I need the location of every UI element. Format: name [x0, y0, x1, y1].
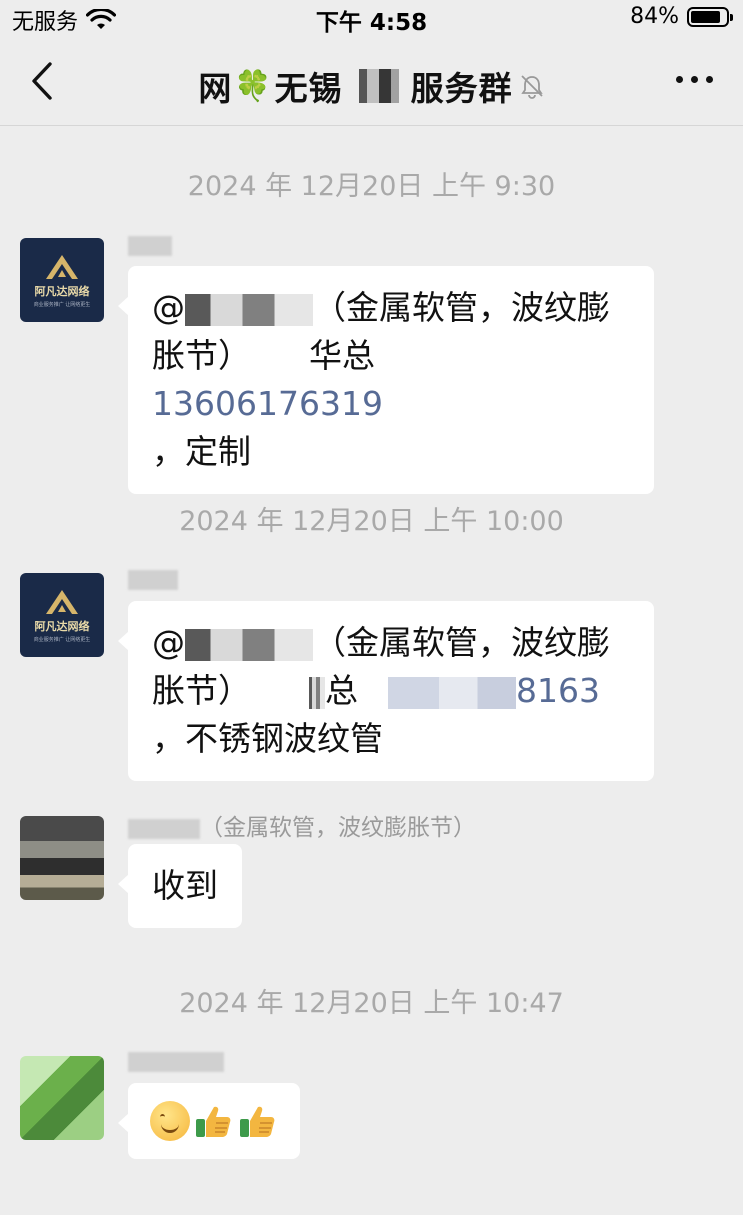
message-text: （金属软管，波纹膨: [313, 288, 610, 327]
afanda-logo-icon: [46, 254, 78, 279]
status-right: 84%: [630, 4, 733, 29]
more-dot: [691, 76, 698, 83]
title-prefix: 网: [198, 69, 233, 108]
message-text: 胀节）: [152, 336, 251, 375]
clover-emoji: 🍀: [234, 68, 273, 104]
sender-redacted: [128, 1051, 224, 1072]
message-bubble[interactable]: @ （金属软管，波纹膨 胀节） 总 8163 ，不锈钢波纹管: [118, 601, 654, 781]
message-text: （金属软管，波纹膨: [313, 623, 610, 662]
avatar[interactable]: [20, 816, 104, 900]
avatar-label: 阿凡达网络: [34, 619, 90, 633]
message-bubble[interactable]: [118, 1083, 300, 1159]
message-text: 总: [325, 671, 358, 710]
redacted-phone: [388, 676, 516, 709]
phone-number-link[interactable]: 13606176319: [152, 384, 383, 423]
more-dot: [706, 76, 713, 83]
bell-slash-icon: [520, 75, 543, 99]
avatar-label: 阿凡达网络: [34, 284, 90, 298]
message-text: ，定制: [152, 432, 251, 471]
thumbs-up-emoji-icon: [196, 1106, 231, 1137]
sender-name: [128, 232, 172, 258]
chat-title: 网 🍀 无锡 服务群: [0, 62, 743, 110]
sender-name: [128, 566, 178, 592]
message-text: 收到: [152, 866, 218, 905]
avatar[interactable]: [20, 1056, 104, 1140]
mention-prefix: @: [152, 288, 185, 327]
battery-icon: [687, 6, 733, 27]
mention-prefix: @: [152, 623, 185, 662]
redacted-name: [185, 628, 313, 661]
title-redacted: [344, 69, 409, 103]
avatar[interactable]: 阿凡达网络 商业服务推广 让网络更生: [20, 573, 104, 657]
avatar-tagline: 商业服务推广 让网络更生: [33, 301, 91, 308]
timestamp: 2024 年 12月20日 上午 10:00: [179, 506, 564, 537]
title-mid: 无锡: [274, 69, 343, 108]
more-dot: [676, 76, 683, 83]
sender-name: （金属软管，波纹膨胀节）: [128, 808, 476, 842]
sender-redacted: [128, 235, 172, 256]
title-suffix: 服务群: [410, 69, 513, 108]
avatar-tagline: 商业服务推广 让网络更生: [33, 636, 91, 643]
battery-percent: 84%: [630, 4, 679, 29]
more-options-button[interactable]: [676, 76, 713, 83]
battery-fill: [691, 10, 720, 23]
redacted-name: [185, 293, 313, 326]
nav-bar: 网 🍀 无锡 服务群: [0, 36, 743, 126]
timestamp: 2024 年 12月20日 上午 9:30: [187, 171, 556, 202]
sender-redacted: [128, 569, 178, 590]
phone-number-link[interactable]: 8163: [516, 671, 600, 710]
sender-suffix: （金属软管，波纹膨胀节）: [200, 815, 476, 841]
message-bubble[interactable]: 收到: [118, 844, 242, 928]
smile-emoji-icon: [150, 1101, 190, 1141]
timestamp: 2024 年 12月20日 上午 10:47: [179, 988, 564, 1019]
sender-name: [128, 1048, 224, 1074]
sender-redacted: [128, 818, 200, 839]
afanda-logo-icon: [46, 589, 78, 614]
message-text: 华总: [309, 336, 375, 375]
status-bar: 无服务 下午 4:58 84%: [0, 0, 743, 36]
redacted-name: [309, 676, 325, 709]
message-text: ，不锈钢波纹管: [152, 719, 383, 758]
message-text: 胀节）: [152, 671, 251, 710]
thumbs-up-emoji-icon: [240, 1106, 275, 1137]
message-bubble[interactable]: @ （金属软管，波纹膨 胀节） 华总 13606176319 ，定制: [118, 266, 654, 494]
avatar[interactable]: 阿凡达网络 商业服务推广 让网络更生: [20, 238, 104, 322]
